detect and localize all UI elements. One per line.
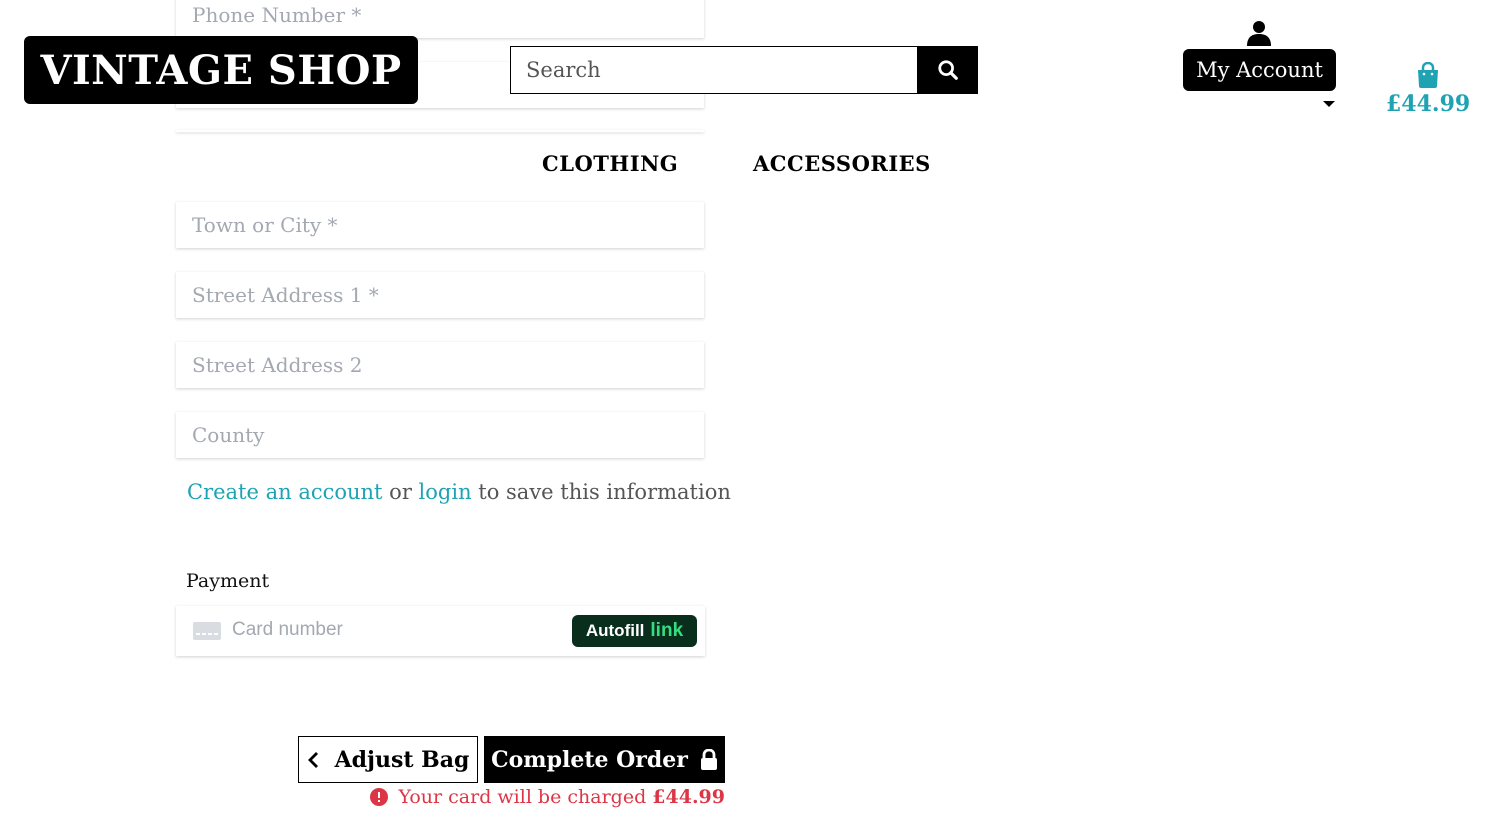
autofill-text: Autofill: [585, 621, 645, 640]
payment-label: Payment: [186, 570, 270, 592]
lock-icon: [700, 748, 717, 770]
card-number-field[interactable]: Card number Autofill link: [176, 606, 705, 656]
nav-clothing[interactable]: CLOTHING: [542, 151, 678, 176]
search-button[interactable]: [917, 46, 978, 94]
chevron-left-icon: [307, 751, 318, 768]
charge-notice: Your card will be charged £44.99: [370, 786, 725, 808]
street-address-2-input[interactable]: [176, 342, 704, 388]
bag-total[interactable]: £44.99: [1386, 91, 1470, 117]
credit-card-icon: [193, 622, 221, 640]
adjust-bag-label: Adjust Bag: [334, 746, 470, 773]
create-account-link[interactable]: Create an account: [187, 480, 383, 504]
adjust-bag-button[interactable]: Adjust Bag: [298, 736, 478, 783]
save-info-suffix: to save this information: [471, 480, 731, 504]
county-field[interactable]: [176, 412, 704, 458]
my-account-button[interactable]: My Account: [1183, 49, 1336, 91]
account-dropdown-caret-icon[interactable]: [1323, 101, 1335, 107]
complete-order-label: Complete Order: [491, 746, 688, 773]
hidden-field-2: [176, 130, 704, 132]
link-brand-text: link: [650, 620, 684, 641]
search-input[interactable]: [510, 46, 917, 94]
alert-circle-icon: [370, 788, 389, 806]
nav-accessories[interactable]: ACCESSORIES: [753, 151, 931, 176]
card-number-placeholder[interactable]: Card number: [232, 619, 343, 641]
phone-number-field[interactable]: [176, 0, 704, 38]
search-form: [510, 46, 978, 94]
shopping-bag-icon[interactable]: [1416, 62, 1440, 89]
charge-amount: £44.99: [652, 786, 725, 808]
street-address-1-input[interactable]: [176, 272, 704, 318]
site-logo[interactable]: VINTAGE SHOP: [24, 36, 418, 104]
user-icon[interactable]: [1247, 20, 1271, 46]
or-text: or: [382, 480, 419, 504]
save-info-text: Create an account or login to save this …: [187, 480, 731, 504]
charge-text: Your card will be charged: [398, 786, 653, 808]
autofill-link-button[interactable]: Autofill link: [572, 615, 697, 647]
street-address-1-field[interactable]: [176, 272, 704, 318]
street-address-2-field[interactable]: [176, 342, 704, 388]
town-city-input[interactable]: [176, 202, 704, 248]
login-link[interactable]: login: [419, 480, 472, 504]
phone-number-input[interactable]: [176, 0, 704, 38]
search-icon: [937, 60, 958, 80]
town-city-field[interactable]: [176, 202, 704, 248]
complete-order-button[interactable]: Complete Order: [484, 736, 725, 783]
county-input[interactable]: [176, 412, 704, 458]
